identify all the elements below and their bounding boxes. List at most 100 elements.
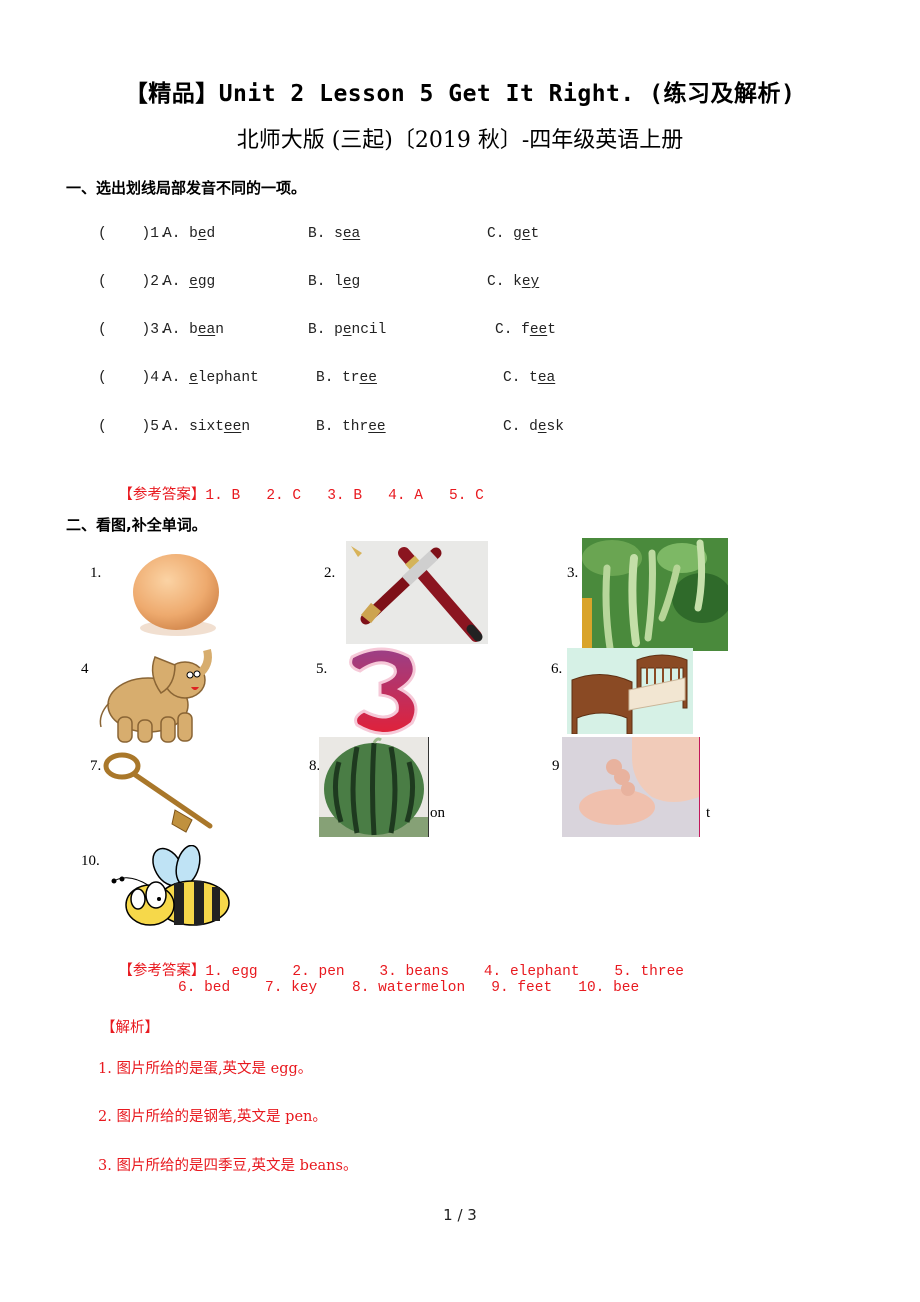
pen-image	[346, 541, 488, 644]
word-part: f	[521, 322, 530, 338]
answer-blank[interactable]: ( )2.	[98, 274, 168, 290]
picture-label-3: 3.	[567, 565, 579, 581]
option-label: B.	[308, 322, 335, 338]
word-part: t	[530, 226, 540, 242]
page-indicator: 1 / 3	[443, 1206, 477, 1224]
underlined-part: e	[537, 419, 547, 435]
answer-key-line2: 6. bed 7. key 8. watermelon 9. feet 10. …	[178, 980, 640, 996]
underlined-part: e	[521, 226, 531, 242]
underlined-part: ea	[342, 226, 361, 242]
word-part: n	[215, 322, 224, 338]
word-part: b	[189, 226, 198, 242]
word-part: lephant	[197, 370, 259, 386]
option-a: A. egg	[163, 274, 215, 290]
option-b: B. leg	[308, 274, 360, 290]
underlined-part: ee	[529, 322, 548, 338]
underlined-part: ey	[521, 274, 540, 290]
word-part: thr	[342, 419, 369, 435]
word-suffix-9: t	[706, 805, 711, 821]
option-b: B. three	[316, 419, 386, 435]
word-part: p	[334, 322, 343, 338]
watermelon-image	[319, 737, 429, 837]
option-label: C.	[495, 322, 522, 338]
option-c: C. key	[487, 274, 539, 290]
underlined-part: ee	[368, 419, 386, 435]
picture-label-10: 10.	[81, 853, 100, 869]
picture-label-9: 9	[552, 758, 560, 774]
bee-image	[108, 845, 233, 935]
answer-key-label-2: 【参考答案】	[118, 963, 206, 979]
option-a: A. bean	[163, 322, 224, 338]
option-label: A.	[163, 419, 190, 435]
underlined-part: e	[189, 274, 198, 290]
underlined-part: ea	[197, 322, 216, 338]
option-label: A.	[163, 322, 190, 338]
option-label: C.	[487, 226, 514, 242]
word-part: t	[547, 322, 556, 338]
analysis-heading: 【解析】	[101, 1020, 159, 1036]
option-b: B. tree	[316, 370, 377, 386]
word-part: g	[513, 226, 522, 242]
picture-label-2: 2.	[324, 565, 336, 581]
option-label: C.	[503, 370, 530, 386]
word-part: s	[334, 226, 343, 242]
option-label: C.	[487, 274, 514, 290]
option-a: A. sixteen	[163, 419, 250, 435]
option-label: B.	[308, 274, 335, 290]
analysis-item-2: 2. 图片所给的是钢笔,英文是 pen。	[98, 1109, 327, 1125]
option-label: C.	[503, 419, 530, 435]
beans-image	[582, 538, 728, 651]
answer-blank[interactable]: ( )1.	[98, 226, 168, 242]
option-a: A. elephant	[163, 370, 259, 386]
option-b: B. pencil	[308, 322, 386, 338]
word-part: ncil	[351, 322, 387, 338]
underlined-part: ea	[537, 370, 556, 386]
answer-key-label: 【参考答案】	[118, 487, 206, 503]
answer-key-values: 1. B 2. C 3. B 4. A 5. C	[205, 488, 484, 504]
word-part: gg	[197, 274, 216, 290]
word-part: k	[513, 274, 522, 290]
picture-label-6: 6.	[551, 661, 563, 677]
section2-answer-key: 【参考答案】1. egg 2. pen 3. beans 4. elephant…	[101, 943, 684, 980]
option-label: A.	[163, 274, 190, 290]
word-part: d	[529, 419, 538, 435]
answer-blank[interactable]: ( )5.	[98, 419, 168, 435]
word-part: b	[189, 322, 198, 338]
option-label: B.	[316, 419, 343, 435]
word-suffix-8: on	[430, 805, 445, 821]
bed-image	[567, 648, 693, 734]
word-part: n	[241, 419, 251, 435]
underlined-part: e	[342, 274, 352, 290]
picture-label-5: 5.	[316, 661, 328, 677]
answer-blank[interactable]: ( )3.	[98, 322, 168, 338]
underlined-part: ee	[223, 419, 242, 435]
section1-answer-key: 【参考答案】1. B 2. C 3. B 4. A 5. C	[101, 467, 484, 504]
picture-label-1: 1.	[90, 565, 102, 581]
option-c: C. get	[487, 226, 539, 242]
word-part: t	[529, 370, 538, 386]
feet-image	[562, 737, 700, 837]
key-image	[100, 748, 222, 838]
word-part: sixt	[189, 419, 224, 435]
picture-label-4: 4	[81, 661, 89, 677]
document-subtitle: 北师大版 (三起)〔2019 秋〕-四年级英语上册	[236, 128, 684, 153]
word-part: l	[334, 274, 343, 290]
word-part: d	[206, 226, 216, 242]
document-title: 【精品】Unit 2 Lesson 5 Get It Right. (练习及解析…	[124, 81, 796, 107]
option-c: C. feet	[495, 322, 556, 338]
option-label: B.	[316, 370, 343, 386]
underlined-part: e	[342, 322, 352, 338]
answer-key-line1: 1. egg 2. pen 3. beans 4. elephant 5. th…	[205, 964, 684, 980]
answer-blank[interactable]: ( )4.	[98, 370, 168, 386]
underlined-part: e	[197, 226, 207, 242]
analysis-item-3: 3. 图片所给的是四季豆,英文是 beans。	[98, 1158, 358, 1174]
option-label: B.	[308, 226, 335, 242]
elephant-image	[93, 645, 223, 745]
analysis-item-1: 1. 图片所给的是蛋,英文是 egg。	[98, 1061, 313, 1077]
egg-image	[128, 548, 223, 638]
word-part: tr	[342, 370, 360, 386]
word-part: sk	[546, 419, 564, 435]
option-label: A.	[163, 370, 190, 386]
section1-heading: 一、选出划线局部发音不同的一项。	[66, 179, 307, 197]
option-label: A.	[163, 226, 190, 242]
